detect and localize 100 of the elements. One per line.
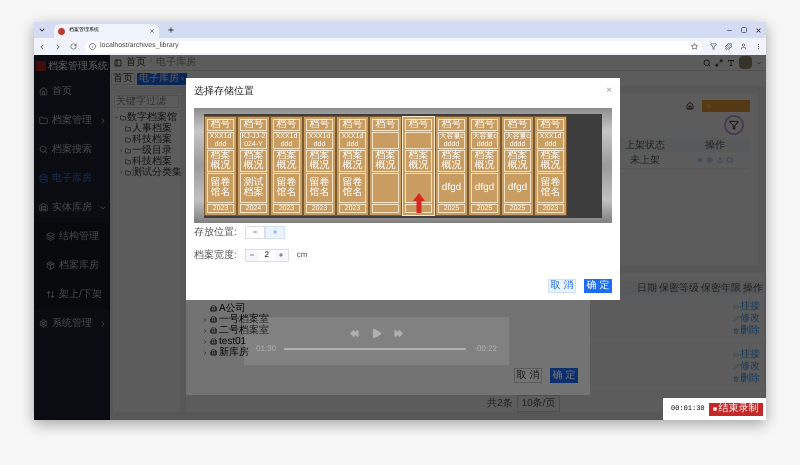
action-link[interactable]: 删除 xyxy=(740,326,760,336)
table-cell-text: 未上架 xyxy=(629,154,661,168)
tree-node[interactable]: 二号档案室 xyxy=(219,326,269,336)
field-label: 存放位置: xyxy=(194,226,237,240)
increment-button[interactable] xyxy=(264,226,285,238)
box-title: 留卷馆名 xyxy=(306,172,333,202)
sidebar-item[interactable]: 电子库房 xyxy=(34,164,110,193)
folder-icon xyxy=(39,116,48,125)
new-tab-icon[interactable] xyxy=(167,26,175,34)
menu-icon[interactable] xyxy=(755,43,762,50)
stop-recording-button[interactable]: 结束录制 xyxy=(708,402,763,416)
tree-node[interactable]: 新库房 xyxy=(219,348,249,358)
tree-node[interactable]: 一号档案室 xyxy=(219,314,269,324)
tree-node[interactable]: 测试分类集 xyxy=(132,168,182,178)
tree-node[interactable]: 一级目录 xyxy=(132,146,172,156)
stop-icon xyxy=(712,407,717,411)
tree-node[interactable]: 科技档案 xyxy=(132,134,172,144)
font-size-icon[interactable] xyxy=(727,58,735,66)
box-icon xyxy=(46,261,55,270)
settings-icon xyxy=(39,319,48,328)
cancel-button[interactable]: 取 消 xyxy=(514,368,542,383)
tree-node[interactable]: 数字档案馆 xyxy=(127,112,177,122)
archive-box[interactable]: 档号 档案概况 xyxy=(402,116,435,216)
link-icon xyxy=(733,352,739,358)
dialog-title: 选择存储位置 xyxy=(194,84,254,98)
caret-icon[interactable] xyxy=(99,320,107,328)
caret-icon[interactable] xyxy=(99,116,107,124)
forward-icon[interactable] xyxy=(54,42,62,50)
play-icon[interactable] xyxy=(371,328,382,338)
box-title: 测试档案 xyxy=(240,172,267,202)
box-label: 档号 xyxy=(273,118,300,130)
reload-icon[interactable] xyxy=(70,43,77,50)
folder-icon xyxy=(125,170,131,176)
caret-icon[interactable] xyxy=(202,338,208,344)
tree-node[interactable]: 人事档案 xyxy=(132,124,172,134)
extensions-icon[interactable] xyxy=(725,43,732,50)
column-header: 操作 xyxy=(743,282,763,296)
box-label: 档案概况 xyxy=(273,150,300,172)
page-tag[interactable]: 电子库房 xyxy=(137,72,187,84)
settings-icon[interactable] xyxy=(707,157,713,163)
caret-icon[interactable] xyxy=(114,115,119,120)
archive-box[interactable]: 档号 档案概况 xyxy=(369,116,402,216)
tree-node[interactable]: 科技档案 xyxy=(132,156,172,166)
close-icon[interactable] xyxy=(149,28,155,34)
field-label: 档案宽度: xyxy=(194,248,237,262)
column-header: 日期 xyxy=(637,282,657,296)
building-icon xyxy=(210,305,217,312)
box-label: 档案概况 xyxy=(339,150,366,172)
caret-icon[interactable] xyxy=(119,148,124,153)
tree-node[interactable]: test01 xyxy=(219,336,246,346)
close-button[interactable]: × xyxy=(606,86,612,96)
action-link[interactable]: 修改 xyxy=(740,314,760,324)
box-label: 档案概况 xyxy=(207,150,234,172)
action-link[interactable]: 删除 xyxy=(740,374,760,384)
extension-icon[interactable] xyxy=(710,43,717,50)
breadcrumb-item[interactable]: 首页 xyxy=(126,55,146,70)
star-icon[interactable] xyxy=(691,43,698,50)
page-tag[interactable]: 首页 xyxy=(111,72,135,84)
folder-icon xyxy=(125,158,131,164)
page-size-select[interactable]: 10条/页 xyxy=(516,395,560,412)
search-icon[interactable] xyxy=(703,58,711,66)
action-link[interactable]: 修改 xyxy=(740,362,760,372)
maximize-icon[interactable] xyxy=(741,27,747,33)
column-header: 保密等级 xyxy=(659,282,699,296)
close-icon[interactable] xyxy=(755,26,762,34)
confirm-button[interactable]: 确 定 xyxy=(550,368,578,383)
search-icon xyxy=(39,145,48,154)
tree-node[interactable]: A公司 xyxy=(219,304,246,314)
caret-icon[interactable] xyxy=(202,316,208,322)
caret-icon[interactable] xyxy=(202,350,208,356)
fast-forward-icon[interactable] xyxy=(394,328,403,338)
action-link[interactable]: 挂接 xyxy=(740,350,760,360)
building-icon xyxy=(210,338,217,345)
caret-icon[interactable] xyxy=(202,328,208,334)
pencil-icon xyxy=(733,316,739,322)
confirm-button[interactable]: 确 定 xyxy=(584,279,612,293)
rewind-icon[interactable] xyxy=(350,328,359,338)
view-icon[interactable] xyxy=(697,157,703,163)
back-icon[interactable] xyxy=(38,42,46,50)
avatar[interactable] xyxy=(739,56,752,69)
folder-icon[interactable] xyxy=(727,157,733,163)
cancel-button[interactable]: 取 消 xyxy=(548,279,576,293)
arrow-icon xyxy=(413,192,425,212)
box-label: 档号 xyxy=(438,118,465,130)
caret-icon[interactable] xyxy=(756,60,762,66)
box-title: dfgd xyxy=(504,172,531,202)
profile-icon[interactable] xyxy=(740,43,747,50)
trash-icon xyxy=(733,328,739,334)
upload-icon[interactable] xyxy=(717,157,723,163)
tab-list-icon[interactable] xyxy=(38,26,46,34)
caret-icon[interactable] xyxy=(119,170,124,175)
plus-icon xyxy=(272,229,278,235)
box-label: 档号 xyxy=(240,118,267,130)
info-icon[interactable] xyxy=(89,43,96,50)
action-link[interactable]: 挂接 xyxy=(740,302,760,312)
sidebar-toggle-icon[interactable] xyxy=(114,58,122,66)
fullscreen-icon[interactable] xyxy=(715,58,723,66)
box-title: 留卷馆名 xyxy=(339,172,366,202)
home-icon[interactable] xyxy=(686,102,694,110)
trash-icon xyxy=(733,376,739,382)
